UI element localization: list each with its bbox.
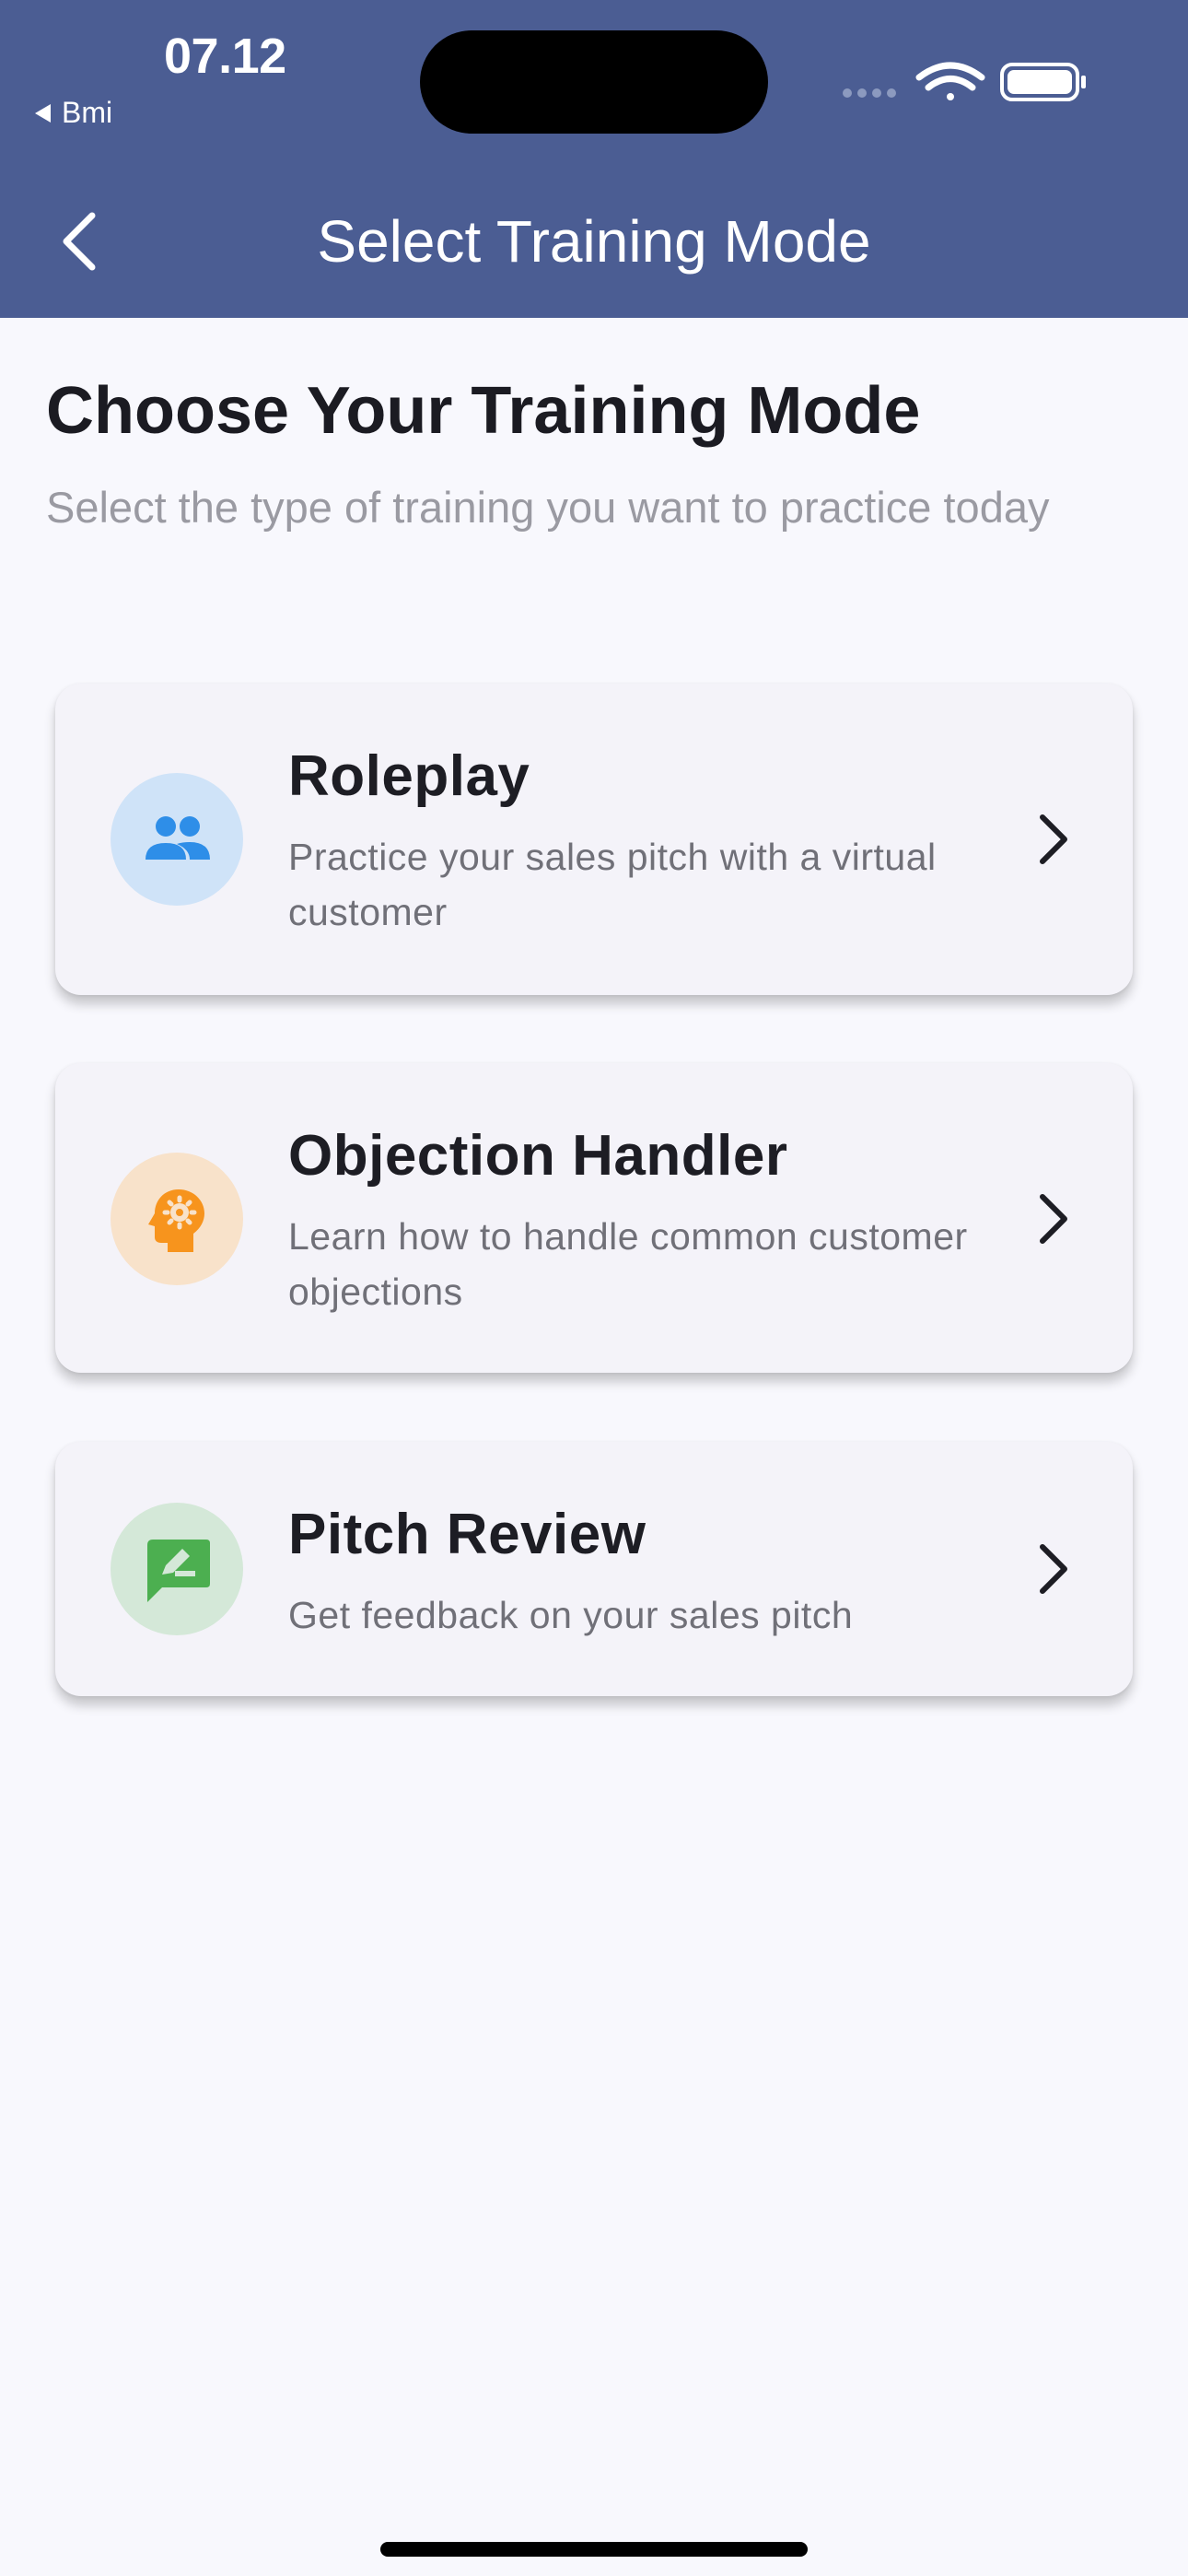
chevron-right-icon	[1040, 1544, 1067, 1594]
page-title: Select Training Mode	[317, 208, 871, 275]
roleplay-icon-circle	[111, 773, 243, 906]
mode-card-objection-handler[interactable]: Objection Handler Learn how to handle co…	[55, 1063, 1133, 1373]
rate-review-icon	[147, 1540, 210, 1602]
mode-title: Objection Handler	[288, 1124, 788, 1188]
status-back-app-label: Bmi	[62, 96, 113, 129]
battery-icon	[1000, 63, 1086, 101]
back-triangle-icon	[35, 103, 51, 123]
section-subheading: Select the type of training you want to …	[46, 483, 1050, 532]
wifi-icon	[915, 62, 985, 100]
objection-handler-icon-circle	[111, 1153, 243, 1285]
signal-dots-icon	[843, 88, 896, 98]
app-bar: 07.12 Bmi Select Training Mode	[0, 0, 1188, 318]
mode-title: Pitch Review	[288, 1503, 646, 1566]
chevron-right-icon	[1040, 1194, 1067, 1244]
home-indicator[interactable]	[380, 2542, 808, 2557]
mode-description: Practice your sales pitch with a virtual…	[288, 836, 937, 933]
status-icons	[843, 62, 1086, 101]
head-gear-icon	[148, 1189, 204, 1252]
mode-description: Get feedback on your sales pitch	[288, 1594, 854, 1636]
mode-card-roleplay[interactable]: Roleplay Practice your sales pitch with …	[55, 684, 1133, 995]
mode-title: Roleplay	[288, 744, 530, 808]
status-back-to-app[interactable]: Bmi	[35, 96, 112, 130]
people-icon	[146, 816, 210, 860]
dynamic-island	[420, 30, 768, 134]
pitch-review-icon-circle	[111, 1503, 243, 1635]
status-time: 07.12	[164, 29, 286, 84]
section-heading: Choose Your Training Mode	[46, 374, 921, 448]
mode-description: Learn how to handle common customer obje…	[288, 1215, 968, 1313]
chevron-right-icon	[1040, 814, 1067, 864]
mode-card-pitch-review[interactable]: Pitch Review Get feedback on your sales …	[55, 1442, 1133, 1696]
